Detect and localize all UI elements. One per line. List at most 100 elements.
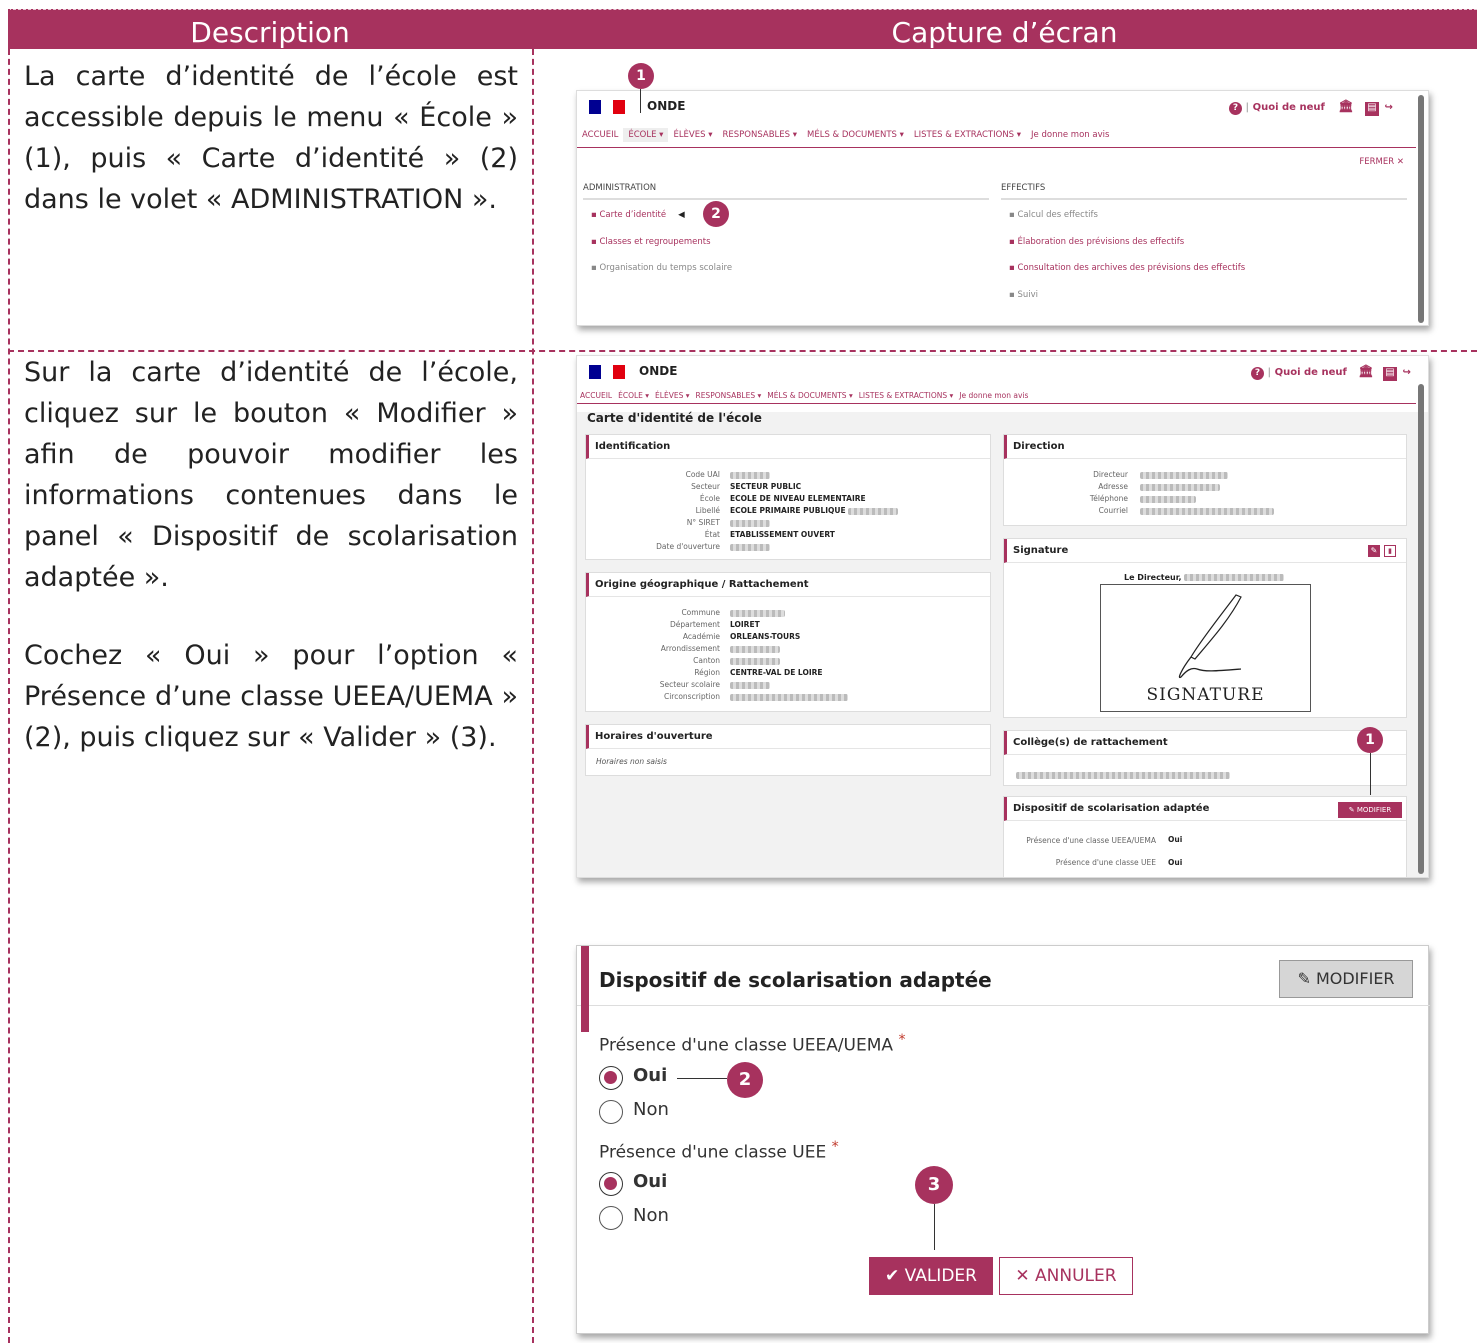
menu-carte-identite[interactable]: ▪ Carte d’identité ◀ — [583, 210, 989, 237]
help-icon[interactable]: ? — [1229, 102, 1242, 115]
panel-title: Collège(s) de rattachement — [1004, 731, 1406, 755]
redacted-value — [730, 681, 770, 689]
quill-icon — [1178, 594, 1242, 679]
redacted-value — [1140, 471, 1228, 479]
app-name: ONDE — [647, 99, 686, 113]
help-icon[interactable]: ? — [1251, 367, 1264, 380]
callout-badge-2: 2 — [727, 1062, 763, 1098]
document-page: Description Capture d’écran La carte d’i… — [0, 0, 1477, 1343]
radio-uee-oui[interactable] — [599, 1172, 623, 1196]
modifier-button[interactable]: ✎ MODIFIER — [1279, 960, 1413, 998]
valider-button[interactable]: ✔ VALIDER — [869, 1257, 993, 1295]
nav-avis[interactable]: Je donne mon avis — [956, 390, 1031, 402]
user-icon[interactable]: ▤ — [1365, 102, 1380, 116]
nav-listes-extractions[interactable]: LISTES & EXTRACTIONS ▾ — [909, 128, 1026, 142]
main-nav: ACCUEIL ÉCOLE ▾ ÉLÈVES ▾ RESPONSABLES ▾ MÉLS… — [577, 128, 1416, 148]
pointer-arrow-icon: ◀ — [678, 210, 685, 220]
redacted-value — [730, 645, 780, 653]
screenshot-dispositif-form: Dispositif de scolarisation adaptée ✎ MO… — [576, 945, 1430, 1334]
republique-flag-logo — [589, 99, 625, 114]
nav-ecole[interactable]: ÉCOLE ▾ — [623, 128, 669, 142]
redacted-value — [730, 693, 848, 701]
callout-badge-3: 3 — [915, 1166, 953, 1204]
nav-responsables[interactable]: RESPONSABLES ▾ — [717, 128, 802, 142]
menu-elaboration-previsions[interactable]: ▪ Élaboration des prévisions des effecti… — [1001, 237, 1407, 264]
institution-icon[interactable]: 🏛 — [1338, 99, 1353, 113]
panel-origine: Origine géographique / Rattachement Comm… — [585, 572, 991, 712]
nav-eleves[interactable]: ÉLÈVES ▾ — [668, 128, 717, 142]
panel-horaires: Horaires d'ouverture Horaires non saisis — [585, 724, 991, 776]
nav-accueil[interactable]: ACCUEIL — [577, 128, 623, 142]
field-label-uee: Présence d'une classe UEE — [1055, 858, 1156, 867]
panel-title: Identification — [586, 435, 990, 459]
radio-ueea-oui-label: Oui — [633, 1065, 668, 1086]
radio-ueea-non[interactable] — [599, 1100, 623, 1124]
panel-identification: Identification Code UAISecteurÉcoleLibel… — [585, 434, 991, 560]
menu-effectifs: EFFECTIFS ▪ Calcul des effectifs ▪ Élabo… — [1001, 183, 1407, 316]
column-divider — [532, 9, 534, 1343]
question-uee: Présence d'une classe UEE * — [599, 1139, 839, 1163]
screenshot-menu: ONDE ? | Quoi de neuf 🏛 ▤ ↪ ACCUEIL ÉCOLE… — [576, 90, 1429, 326]
top-right-toolbar: ? | Quoi de neuf 🏛 ▤ ↪ — [1229, 99, 1409, 116]
nav-mels-documents[interactable]: MÉLS & DOCUMENTS ▾ — [802, 128, 909, 142]
callout-badge-1: 1 — [1357, 727, 1383, 753]
panel-direction: Direction DirecteurAdresseTéléphoneCourr… — [1003, 434, 1407, 526]
screenshot-carte-identite: ONDE ? | Quoi de neuf 🏛 ▤ ↪ ACCUEIL ÉCOLE… — [576, 355, 1429, 878]
col-header-screenshot: Capture d’écran — [891, 16, 1118, 49]
main-nav: ACCUEIL ÉCOLE ▾ ÉLÈVES ▾ RESPONSABLES ▾ MÉLS… — [577, 390, 1416, 404]
menu-suivi[interactable]: ▪ Suivi — [1001, 290, 1407, 317]
signature-image: SIGNATURE — [1100, 584, 1311, 712]
scrollbar[interactable] — [1418, 384, 1424, 874]
edit-signature-icon[interactable]: ✎ — [1368, 545, 1380, 557]
row1-description: La carte d’identité de l’école est acces… — [24, 61, 518, 215]
panel-dispositif: Dispositif de scolarisation adaptée ✎ MO… — [1003, 796, 1407, 877]
le-directeur-label: Le Directeur, — [1124, 573, 1182, 582]
scrollbar[interactable] — [1418, 95, 1424, 323]
field-label-ueea: Présence d'une classe UEEA/UEMA — [1026, 836, 1156, 845]
nav-responsables[interactable]: RESPONSABLES ▾ — [692, 390, 764, 402]
panel-title: Origine géographique / Rattachement — [586, 573, 990, 597]
redacted-value — [730, 543, 770, 551]
callout-arrow-1 — [640, 89, 641, 113]
app-name: ONDE — [639, 364, 678, 378]
institution-icon[interactable]: 🏛 — [1358, 364, 1373, 378]
nav-eleves[interactable]: ÉLÈVES ▾ — [652, 390, 692, 402]
menu-consultation-archives[interactable]: ▪ Consultation des archives des prévisio… — [1001, 263, 1407, 290]
annuler-button[interactable]: ✕ ANNULER — [999, 1257, 1133, 1295]
menu-classes-regroupements[interactable]: ▪ Classes et regroupements — [583, 237, 989, 264]
quoi-de-neuf-link[interactable]: Quoi de neuf — [1275, 367, 1347, 378]
redacted-value — [1184, 574, 1285, 581]
radio-ueea-oui[interactable] — [599, 1066, 623, 1090]
callout-arrow-1 — [1370, 753, 1371, 795]
user-icon[interactable]: ▤ — [1383, 367, 1398, 381]
menu-effectifs-header: EFFECTIFS — [1001, 183, 1407, 200]
modifier-button[interactable]: ✎ MODIFIER — [1338, 802, 1402, 818]
row2-description-p1: Sur la carte d’identité de l’école, cliq… — [24, 357, 518, 593]
nav-mels-documents[interactable]: MÉLS & DOCUMENTS ▾ — [764, 390, 855, 402]
redacted-value — [1140, 495, 1196, 503]
quoi-de-neuf-link[interactable]: Quoi de neuf — [1253, 102, 1325, 113]
nav-listes-extractions[interactable]: LISTES & EXTRACTIONS ▾ — [856, 390, 957, 402]
redacted-value — [730, 657, 780, 665]
delete-signature-icon[interactable]: ▮ — [1384, 545, 1396, 557]
menu-organisation-temps[interactable]: ▪ Organisation du temps scolaire — [583, 263, 989, 290]
callout-arrow-2 — [677, 1078, 727, 1079]
redacted-value — [730, 609, 785, 617]
callout-badge-1: 1 — [628, 63, 654, 89]
panel-college: Collège(s) de rattachement — [1003, 730, 1407, 786]
fermer-button[interactable]: FERMER ✕ — [1359, 157, 1404, 167]
logout-icon[interactable]: ↪ — [1403, 367, 1411, 378]
radio-uee-non[interactable] — [599, 1206, 623, 1230]
pencil-icon: ✎ — [1297, 969, 1311, 988]
nav-ecole[interactable]: ÉCOLE ▾ — [615, 390, 652, 402]
nav-accueil[interactable]: ACCUEIL — [577, 390, 615, 402]
menu-admin-header: ADMINISTRATION — [583, 183, 989, 200]
question-ueea: Présence d'une classe UEEA/UEMA * — [599, 1032, 906, 1056]
radio-ueea-non-label: Non — [633, 1099, 669, 1120]
top-right-toolbar: ? | Quoi de neuf 🏛 ▤ ↪ — [1251, 364, 1421, 381]
menu-calcul-effectifs[interactable]: ▪ Calcul des effectifs — [1001, 210, 1407, 237]
nav-avis[interactable]: Je donne mon avis — [1026, 128, 1114, 142]
callout-arrow-3 — [934, 1204, 935, 1250]
logout-icon[interactable]: ↪ — [1385, 102, 1393, 113]
callout-badge-2: 2 — [703, 201, 729, 227]
